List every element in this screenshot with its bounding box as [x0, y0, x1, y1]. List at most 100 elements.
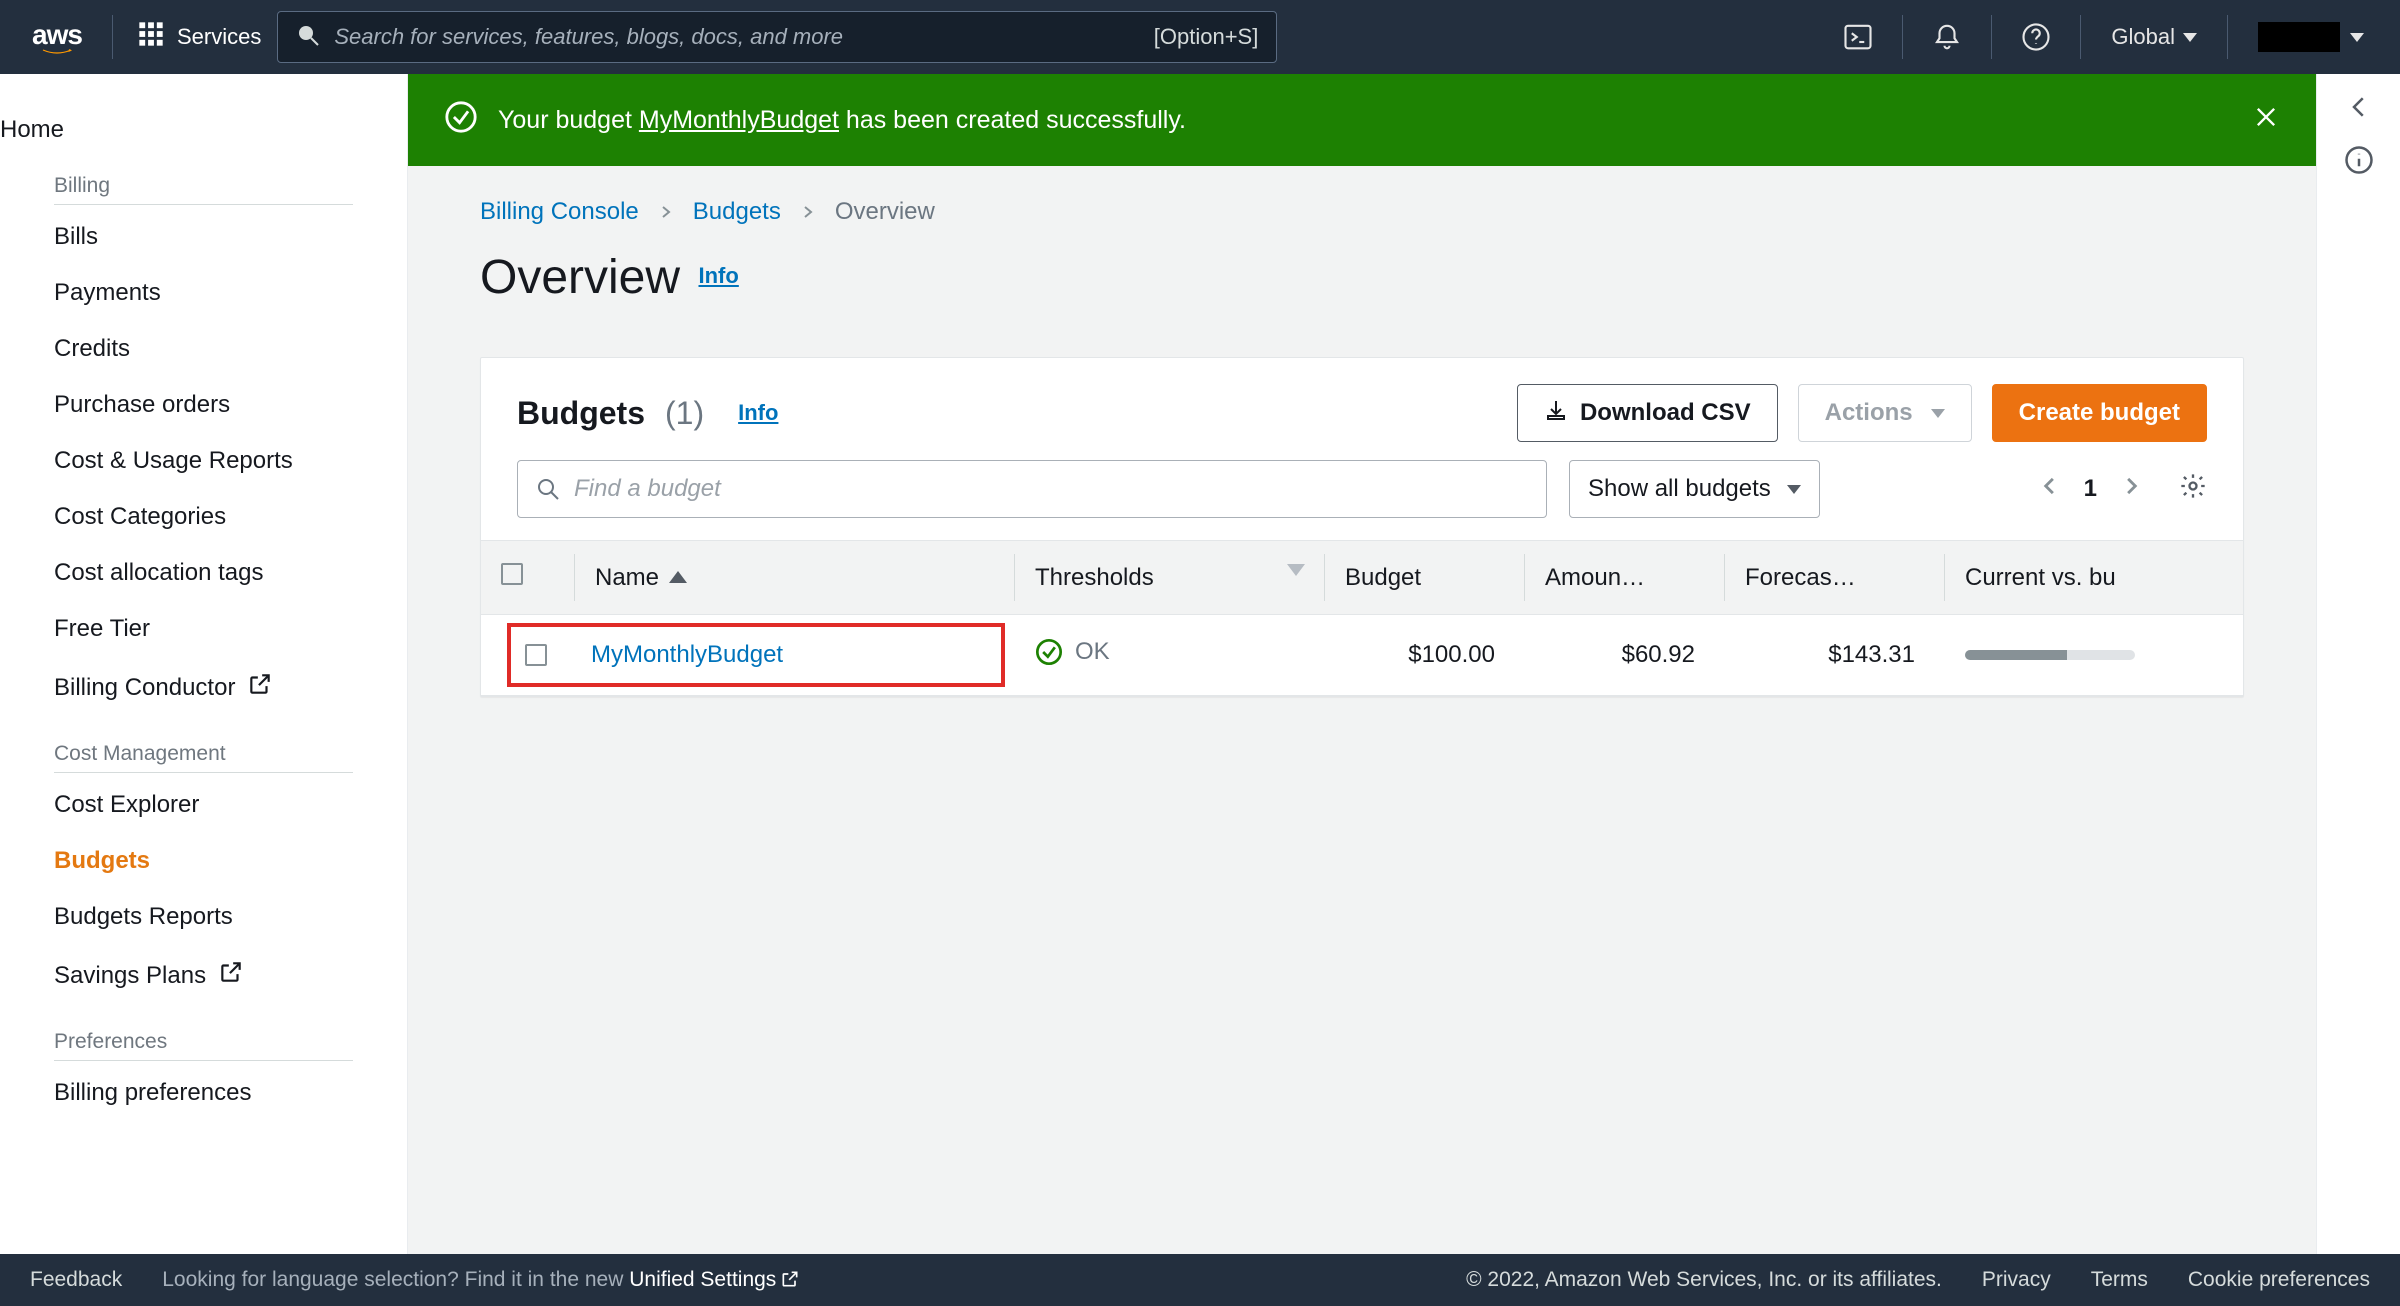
col-thresholds[interactable]: Thresholds: [1015, 541, 1325, 615]
services-label: Services: [177, 24, 261, 50]
table-settings-button[interactable]: [2179, 472, 2207, 507]
card-title: Budgets: [517, 395, 645, 432]
sidebar-item-free-tier[interactable]: Free Tier: [54, 601, 353, 657]
footer-terms[interactable]: Terms: [2091, 1268, 2148, 1292]
search-hint: [Option+S]: [1154, 24, 1259, 50]
col-forecast[interactable]: Forecas…: [1725, 541, 1945, 615]
sidebar-item-cost-usage-reports[interactable]: Cost & Usage Reports: [54, 433, 353, 489]
main-content: Your budget MyMonthlyBudget has been cre…: [408, 74, 2316, 1254]
card-info-link[interactable]: Info: [738, 400, 778, 426]
cell-progress: [1945, 615, 2243, 696]
footer: Feedback Looking for language selection?…: [0, 1254, 2400, 1306]
banner-close-button[interactable]: [2252, 103, 2280, 138]
unified-settings-link[interactable]: Unified Settings: [629, 1268, 800, 1291]
sidebar-item-payments[interactable]: Payments: [54, 265, 353, 321]
sidebar-item-purchase-orders[interactable]: Purchase orders: [54, 377, 353, 433]
chevron-right-icon: [801, 198, 815, 226]
services-menu[interactable]: Services: [137, 20, 261, 54]
download-icon: [1544, 398, 1568, 429]
collapse-help-button[interactable]: [2344, 92, 2374, 127]
breadcrumb-current: Overview: [835, 198, 935, 226]
sidebar-item-cost-allocation-tags[interactable]: Cost allocation tags: [54, 545, 353, 601]
filter-select[interactable]: Show all budgets: [1569, 460, 1820, 518]
card-count: (1): [665, 395, 704, 432]
col-budget[interactable]: Budget: [1325, 541, 1525, 615]
success-banner: Your budget MyMonthlyBudget has been cre…: [408, 74, 2316, 166]
info-icon[interactable]: [2344, 145, 2374, 180]
chevron-right-icon: [659, 198, 673, 226]
breadcrumb-root[interactable]: Billing Console: [480, 198, 639, 226]
external-link-icon: [247, 671, 273, 704]
chevron-down-icon: [2183, 33, 2197, 42]
footer-cookies[interactable]: Cookie preferences: [2188, 1268, 2370, 1292]
find-budget-input[interactable]: [574, 475, 1528, 503]
cell-amount: $60.92: [1525, 615, 1725, 696]
cloudshell-icon[interactable]: [1834, 13, 1882, 61]
success-check-icon: [444, 100, 478, 141]
col-current[interactable]: Current vs. bu: [1945, 541, 2243, 615]
create-budget-button[interactable]: Create budget: [1992, 384, 2207, 442]
page-title: Overview: [480, 251, 680, 304]
chevron-down-icon: [1787, 485, 1801, 494]
feedback-link[interactable]: Feedback: [30, 1268, 122, 1292]
actions-button[interactable]: Actions: [1798, 384, 1972, 442]
region-label: Global: [2111, 24, 2175, 50]
account-name-redacted: [2258, 22, 2340, 52]
sidebar-item-budgets[interactable]: Budgets: [54, 833, 353, 889]
account-menu[interactable]: [2248, 22, 2374, 52]
search-input[interactable]: [334, 24, 1139, 50]
breadcrumb-budgets[interactable]: Budgets: [693, 198, 781, 226]
sidebar-item-billing-preferences[interactable]: Billing preferences: [54, 1065, 353, 1121]
sidebar-item-savings-plans[interactable]: Savings Plans: [54, 945, 353, 1006]
col-name[interactable]: Name: [575, 541, 1015, 615]
download-csv-button[interactable]: Download CSV: [1517, 384, 1778, 442]
sidebar-item-cost-categories[interactable]: Cost Categories: [54, 489, 353, 545]
page-info-link[interactable]: Info: [699, 263, 739, 288]
cell-budget: $100.00: [1325, 615, 1525, 696]
col-amount[interactable]: Amoun…: [1525, 541, 1725, 615]
global-search[interactable]: [Option+S]: [277, 11, 1277, 63]
page-number: 1: [2084, 475, 2097, 503]
chevron-down-icon: [2350, 33, 2364, 42]
grid-icon: [137, 20, 165, 54]
sidebar-item-billing-conductor[interactable]: Billing Conductor: [54, 657, 353, 718]
table-row: MyMonthlyBudget OK $100.00: [481, 615, 2243, 696]
table-header-row: Name Thresholds Budget Amoun… Forecas… C…: [481, 541, 2243, 615]
threshold-status: OK: [1035, 638, 1110, 666]
sidebar-item-cost-explorer[interactable]: Cost Explorer: [54, 777, 353, 833]
aws-logo[interactable]: aws: [26, 19, 88, 55]
chevron-down-icon: [1931, 409, 1945, 418]
banner-text: Your budget MyMonthlyBudget has been cre…: [498, 106, 1186, 135]
sidebar-group-billing: Billing: [54, 158, 353, 205]
select-all-checkbox[interactable]: [501, 563, 523, 585]
footer-privacy[interactable]: Privacy: [1982, 1268, 2051, 1292]
external-link-icon: [218, 959, 244, 992]
sort-asc-icon: [669, 571, 687, 583]
next-page-button[interactable]: [2121, 475, 2141, 503]
sidebar-group-preferences: Preferences: [54, 1014, 353, 1061]
banner-budget-link[interactable]: MyMonthlyBudget: [639, 106, 839, 134]
top-nav: aws Services [Option+S] Global: [0, 0, 2400, 74]
help-rail: [2316, 74, 2400, 1254]
budgets-table: Name Thresholds Budget Amoun… Forecas… C…: [481, 540, 2243, 696]
budgets-card: Budgets (1) Info Download CSV Actions Cr…: [480, 357, 2244, 697]
prev-page-button[interactable]: [2040, 475, 2060, 503]
sidebar-item-bills[interactable]: Bills: [54, 209, 353, 265]
sidebar-item-home[interactable]: Home: [0, 102, 407, 158]
find-budget-input-wrap[interactable]: [517, 460, 1547, 518]
row-checkbox[interactable]: [525, 644, 547, 666]
cell-forecast: $143.31: [1725, 615, 1945, 696]
sidebar-item-credits[interactable]: Credits: [54, 321, 353, 377]
search-icon: [296, 23, 320, 52]
sidebar-item-budgets-reports[interactable]: Budgets Reports: [54, 889, 353, 945]
help-icon[interactable]: [2012, 13, 2060, 61]
notifications-icon[interactable]: [1923, 13, 1971, 61]
budget-name-link[interactable]: MyMonthlyBudget: [591, 641, 783, 669]
footer-copyright: © 2022, Amazon Web Services, Inc. or its…: [1466, 1268, 1942, 1292]
search-icon: [536, 477, 560, 501]
breadcrumb: Billing Console Budgets Overview: [480, 190, 2244, 250]
sidebar-group-costmgmt: Cost Management: [54, 726, 353, 773]
sort-icon: [1287, 564, 1305, 576]
region-selector[interactable]: Global: [2101, 24, 2207, 50]
progress-bar: [1965, 650, 2135, 660]
